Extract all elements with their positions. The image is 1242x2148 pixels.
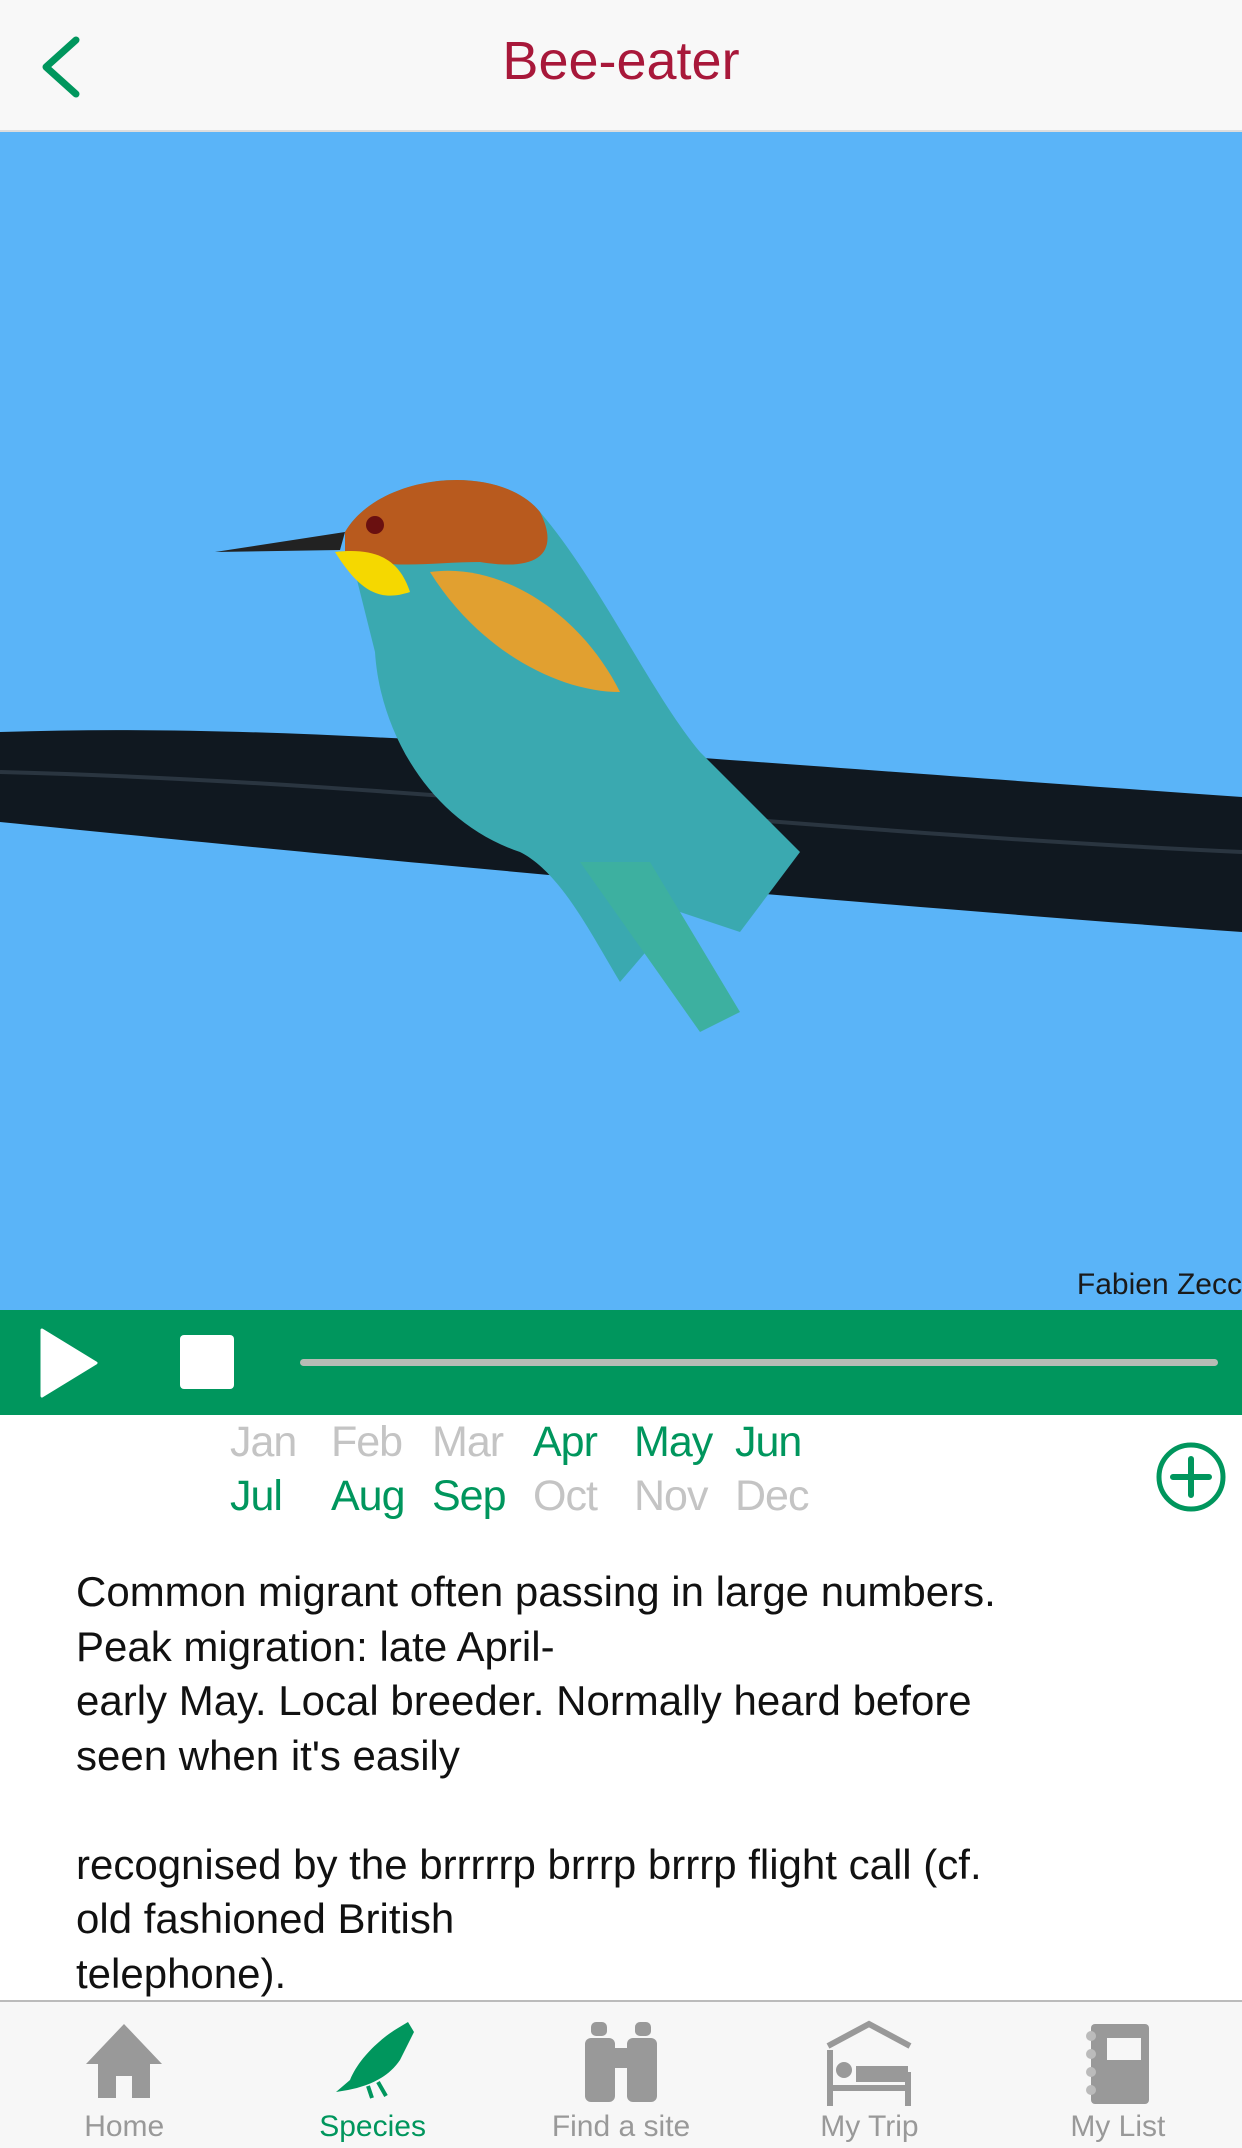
month-jan: Jan <box>230 1418 297 1466</box>
audio-player <box>0 1310 1242 1415</box>
month-dec: Dec <box>735 1472 809 1520</box>
header: Bee-eater <box>0 0 1242 132</box>
play-icon[interactable] <box>40 1328 100 1398</box>
month-calendar: Jan Feb Mar Apr May Jun Jul Aug Sep Oct Nov Dec <box>230 1418 870 1526</box>
photo-credit: Fabien Zecc <box>1076 1268 1242 1301</box>
audio-progress-slider[interactable] <box>300 1359 1218 1366</box>
month-jul: Jul <box>230 1472 283 1520</box>
stop-icon[interactable] <box>180 1335 234 1389</box>
month-may: May <box>634 1418 713 1466</box>
tab-home[interactable]: Home <box>0 2002 248 2148</box>
month-mar: Mar <box>432 1418 504 1466</box>
month-jun: Jun <box>735 1418 802 1466</box>
tab-find-a-site[interactable]: Find a site <box>497 2002 745 2148</box>
month-sep: Sep <box>432 1472 507 1520</box>
binoculars-icon <box>585 2022 658 2102</box>
notebook-icon <box>1085 2024 1149 2104</box>
bottom-nav: Home Species Find a site My Trip My List <box>0 2000 1242 2148</box>
tab-my-trip[interactable]: My Trip <box>745 2002 993 2148</box>
home-icon <box>86 2024 163 2098</box>
month-oct: Oct <box>533 1472 598 1520</box>
species-description: Common migrant often passing in large nu… <box>76 1568 996 1997</box>
bed-icon <box>827 2020 912 2106</box>
page-title: Bee-eater <box>502 31 740 91</box>
plus-circle-icon[interactable] <box>1155 1441 1227 1513</box>
month-apr: Apr <box>533 1418 598 1466</box>
bee-eater-image <box>0 479 1242 1032</box>
bird-icon <box>335 2022 414 2099</box>
month-aug: Aug <box>331 1472 406 1520</box>
tab-species[interactable]: Species <box>248 2002 496 2148</box>
tab-my-list[interactable]: My List <box>994 2002 1242 2148</box>
species-photo: Fabien Zecc <box>0 132 1242 1310</box>
month-feb: Feb <box>331 1418 403 1466</box>
month-nov: Nov <box>634 1472 708 1520</box>
